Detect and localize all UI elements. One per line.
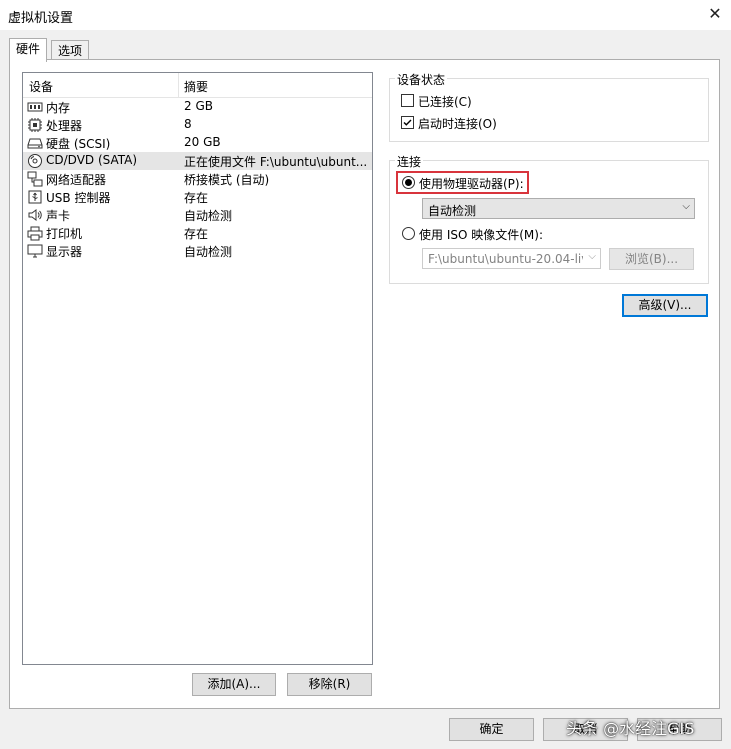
iso-path-select[interactable]: F:\ubuntu\ubuntu-20.04-live ⌵ [422, 248, 601, 269]
device-row-memory[interactable]: 内存 2 GB [23, 98, 372, 116]
device-name: 声卡 [46, 209, 71, 223]
device-row-monitor[interactable]: 显示器 自动检测 [23, 242, 372, 260]
column-header-summary[interactable]: 摘要 [184, 78, 208, 95]
device-row-printer[interactable]: 打印机 存在 [23, 224, 372, 242]
monitor-icon [27, 244, 43, 258]
add-device-button[interactable]: 添加(A)... [192, 673, 276, 696]
connect-at-power-on-checkbox[interactable] [401, 116, 414, 129]
device-row-network-adapter[interactable]: 网络适配器 桥接模式 (自动) [23, 170, 372, 188]
device-summary: 自动检测 [184, 245, 233, 259]
usb-icon [28, 190, 42, 204]
device-row-hard-disk[interactable]: 硬盘 (SCSI) 20 GB [23, 134, 372, 152]
browse-button[interactable]: 浏览(B)... [609, 248, 694, 270]
device-summary: 8 [184, 117, 192, 131]
physical-drive-radio[interactable] [402, 176, 415, 189]
physical-drive-label[interactable]: 使用物理驱动器(P): [419, 175, 524, 192]
radio-dot [405, 179, 412, 186]
column-header-device[interactable]: 设备 [29, 78, 53, 95]
cd-dvd-icon [28, 154, 42, 168]
device-name: CD/DVD (SATA) [46, 153, 138, 167]
device-row-processor[interactable]: 处理器 8 [23, 116, 372, 134]
checkmark-icon [403, 119, 412, 126]
device-summary: 正在使用文件 F:\ubuntu\ubunt... [184, 155, 368, 169]
device-name: 处理器 [46, 119, 83, 133]
connection-title: 连接 [395, 153, 424, 170]
hard-disk-icon [27, 138, 43, 149]
device-status-title: 设备状态 [395, 71, 448, 88]
window-title: 虚拟机设置 [8, 11, 74, 26]
column-separator[interactable] [178, 73, 179, 97]
device-summary: 2 GB [184, 99, 213, 113]
list-header: 设备 摘要 [23, 73, 372, 98]
advanced-button[interactable]: 高级(V)... [622, 294, 708, 317]
chevron-down-icon: ⌵ [588, 251, 596, 262]
device-name: 显示器 [46, 245, 83, 259]
device-name: 网络适配器 [46, 173, 107, 187]
iso-image-label[interactable]: 使用 ISO 映像文件(M): [419, 226, 543, 243]
memory-icon [27, 102, 43, 112]
device-summary: 20 GB [184, 135, 221, 149]
sound-card-icon [28, 209, 42, 221]
device-name: USB 控制器 [46, 191, 111, 205]
tab-hardware[interactable]: 硬件 [9, 38, 48, 62]
device-summary: 桥接模式 (自动) [184, 173, 270, 187]
iso-image-radio[interactable] [402, 227, 415, 240]
physical-drive-select-value: 自动检测 [428, 204, 477, 218]
connected-checkbox[interactable] [401, 94, 414, 107]
remove-device-button[interactable]: 移除(R) [287, 673, 372, 696]
printer-icon [27, 226, 43, 241]
device-row-cd-dvd[interactable]: CD/DVD (SATA) 正在使用文件 F:\ubuntu\ubunt... [23, 152, 372, 170]
chevron-down-icon: ⌵ [682, 201, 690, 212]
close-button[interactable]: ✕ [704, 3, 726, 25]
network-adapter-icon [27, 171, 43, 187]
device-row-usb[interactable]: USB 控制器 存在 [23, 188, 372, 206]
device-row-sound-card[interactable]: 声卡 自动检测 [23, 206, 372, 224]
device-summary: 存在 [184, 227, 209, 241]
physical-drive-select[interactable]: 自动检测 ⌵ [422, 198, 695, 219]
watermark: 头条 @水经注GIS [566, 719, 695, 738]
connected-label[interactable]: 已连接(C) [418, 93, 472, 110]
device-list[interactable]: 设备 摘要 内存 2 GB 处理器 8 硬盘 (SCSI) 20 GB CD/D… [22, 72, 373, 665]
title-bar [0, 0, 731, 30]
device-name: 内存 [46, 101, 71, 115]
device-name: 硬盘 (SCSI) [46, 137, 111, 151]
ok-button[interactable]: 确定 [449, 718, 534, 741]
device-name: 打印机 [46, 227, 83, 241]
device-summary: 自动检测 [184, 209, 233, 223]
device-summary: 存在 [184, 191, 209, 205]
connect-at-power-on-label[interactable]: 启动时连接(O) [418, 115, 497, 132]
iso-path-value: F:\ubuntu\ubuntu-20.04-live [428, 252, 583, 266]
processor-icon [28, 118, 42, 132]
